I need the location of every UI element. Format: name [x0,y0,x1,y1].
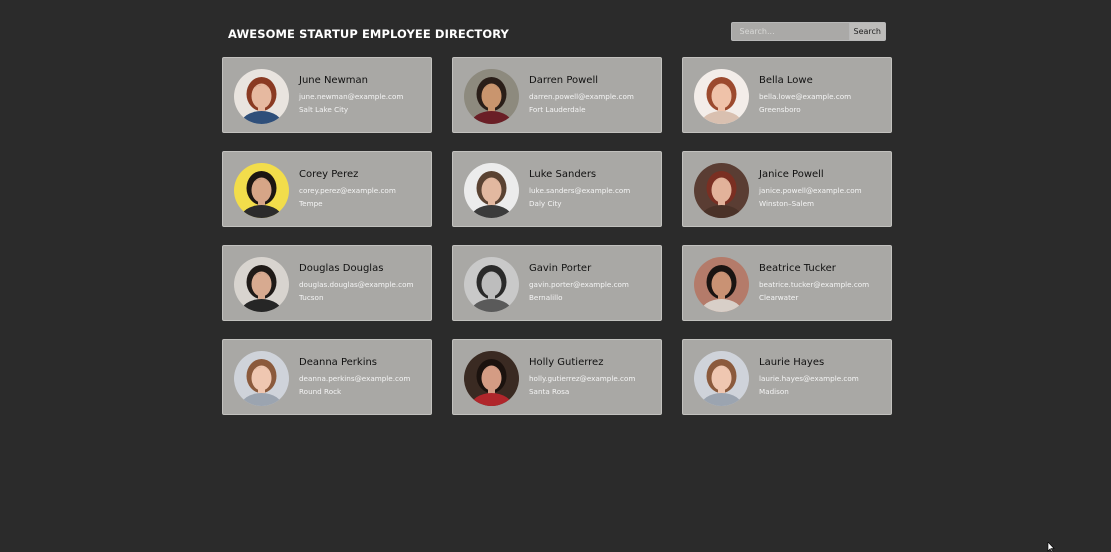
employee-name: Corey Perez [299,169,359,180]
employee-avatar [694,257,749,312]
employee-avatar [694,351,749,406]
employee-email: corey.perez@example.com [299,186,396,195]
employee-email: gavin.porter@example.com [529,280,629,289]
employee-name: Laurie Hayes [759,357,825,368]
employee-email: beatrice.tucker@example.com [759,280,870,289]
employee-city: Tempe [299,199,323,208]
employee-avatar [234,257,289,312]
search-form: Search [730,22,886,41]
employee-card[interactable]: Holly Gutierrez holly.gutierrez@example.c… [452,339,662,415]
employee-email: douglas.douglas@example.com [299,280,414,289]
employee-city: Fort Lauderdale [529,105,586,114]
employee-email: darren.powell@example.com [529,92,634,101]
employee-avatar [464,69,519,124]
employee-card[interactable]: Gavin Porter gavin.porter@example.com Bern… [452,245,662,321]
employee-card[interactable]: Laurie Hayes laurie.hayes@example.com Madi… [682,339,892,415]
employee-city: Salt Lake City [299,105,349,114]
employee-email: laurie.hayes@example.com [759,374,859,383]
employee-avatar [464,351,519,406]
employee-city: Winston–Salem [759,199,814,208]
employee-city: Bernalillo [529,293,563,302]
employee-city: Greensboro [759,105,801,114]
employee-name: Janice Powell [759,169,824,180]
employee-name: June Newman [299,75,368,86]
employee-name: Beatrice Tucker [759,263,836,274]
employee-card[interactable]: Beatrice Tucker beatrice.tucker@example.c… [682,245,892,321]
employee-name: Darren Powell [529,75,599,86]
employee-email: luke.sanders@example.com [529,186,631,195]
employee-name: Douglas Douglas [299,263,384,274]
mouse-pointer-icon [1047,542,1055,552]
employee-card[interactable]: Deanna Perkins deanna.perkins@example.com… [222,339,432,415]
page-title: AWESOME STARTUP EMPLOYEE DIRECTORY [228,27,509,41]
employee-card[interactable]: Luke Sanders luke.sanders@example.com Daly… [452,151,662,227]
employee-card[interactable]: Bella Lowe bella.lowe@example.com Greensbo… [682,57,892,133]
employee-avatar [234,69,289,124]
employee-avatar [234,163,289,218]
employee-email: holly.gutierrez@example.com [529,374,636,383]
employee-name: Gavin Porter [529,263,592,274]
employee-card[interactable]: Corey Perez corey.perez@example.com Tempe [222,151,432,227]
employee-card[interactable]: June Newman june.newman@example.com Salt L… [222,57,432,133]
employee-card[interactable]: Janice Powell janice.powell@example.com Wi… [682,151,892,227]
employee-avatar [464,163,519,218]
header: AWESOME STARTUP EMPLOYEE DIRECTORY Searc… [222,22,886,46]
employee-name: Luke Sanders [529,169,597,180]
employee-email: bella.lowe@example.com [759,92,852,101]
employee-city: Madison [759,387,789,396]
employee-avatar [464,257,519,312]
search-button[interactable]: Search [848,22,886,41]
employee-avatar [694,163,749,218]
employee-city: Clearwater [759,293,799,302]
employee-city: Daly City [529,199,562,208]
search-input[interactable] [730,22,849,41]
employee-email: deanna.perkins@example.com [299,374,411,383]
employee-name: Deanna Perkins [299,357,378,368]
employee-email: janice.powell@example.com [759,186,862,195]
employee-card[interactable]: Darren Powell darren.powell@example.com Fo… [452,57,662,133]
employee-gallery: June Newman june.newman@example.com Salt L… [222,57,892,415]
employee-name: Bella Lowe [759,75,813,86]
employee-city: Tucson [299,293,324,302]
employee-email: june.newman@example.com [299,92,404,101]
employee-avatar [234,351,289,406]
employee-card[interactable]: Douglas Douglas douglas.douglas@example.c… [222,245,432,321]
employee-city: Santa Rosa [529,387,570,396]
employee-name: Holly Gutierrez [529,357,604,368]
employee-city: Round Rock [299,387,342,396]
employee-avatar [694,69,749,124]
